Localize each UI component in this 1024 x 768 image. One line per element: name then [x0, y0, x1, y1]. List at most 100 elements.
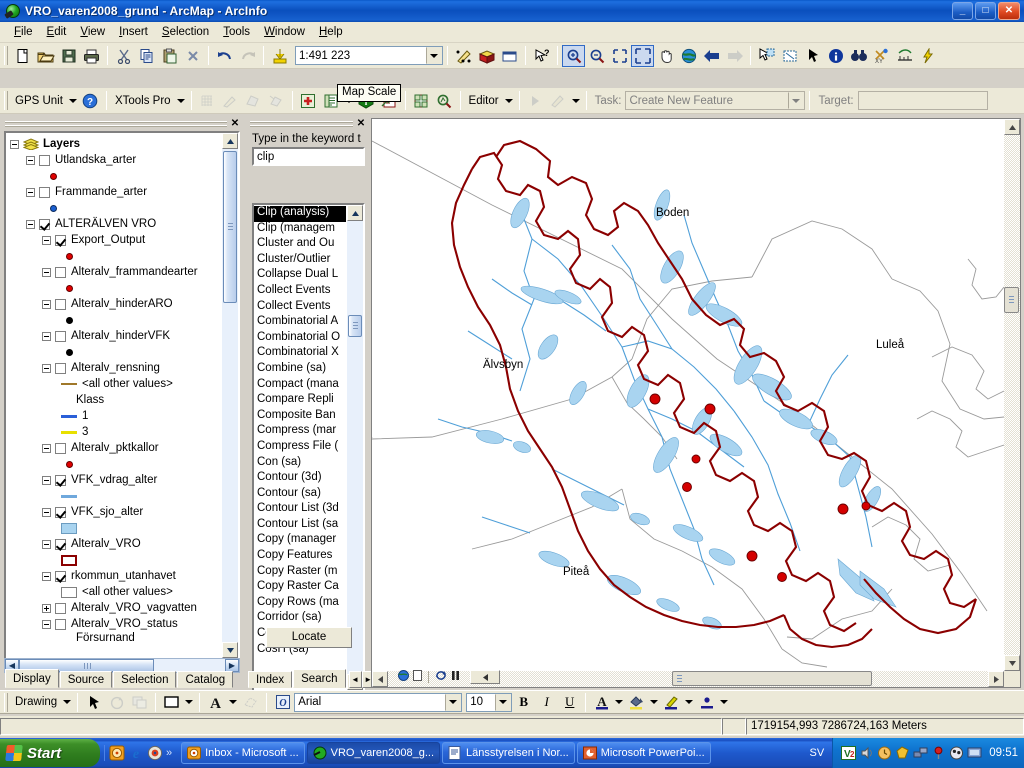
marker-color-dot-icon[interactable]: [695, 691, 718, 713]
menu-help[interactable]: Help: [312, 24, 350, 41]
collapse-minus-icon[interactable]: [42, 571, 51, 581]
layer-visibility-checkbox[interactable]: [55, 362, 66, 374]
pan-hand-icon[interactable]: [654, 45, 677, 67]
globe-small-icon[interactable]: [398, 670, 409, 684]
locate-button[interactable]: Locate: [266, 627, 352, 648]
map-scale-combo[interactable]: 1:491 223: [295, 46, 443, 65]
map-scroll-right-button[interactable]: [988, 671, 1004, 687]
toc-layer-row[interactable]: Alteralv_VRO_vagvatten: [10, 600, 221, 616]
minimize-button[interactable]: _: [952, 2, 973, 20]
refresh-icon[interactable]: [435, 670, 447, 684]
layer-visibility-checkbox[interactable]: [39, 154, 50, 166]
drawing-dropdown-icon[interactable]: [61, 692, 73, 712]
search-drag-grip[interactable]: [250, 121, 353, 128]
search-result-item[interactable]: Copy (manager: [254, 533, 346, 549]
search-items-container[interactable]: Clip (analysis) Clip (managem Cluster and …: [254, 206, 346, 690]
open-folder-icon[interactable]: [34, 45, 57, 67]
tab-index[interactable]: Index: [248, 671, 293, 688]
fill-color-dropdown-icon[interactable]: [648, 692, 660, 712]
fill-color-bucket-icon[interactable]: [625, 691, 648, 713]
gps-unit-dropdown-icon[interactable]: [67, 91, 79, 111]
gps-unit-label[interactable]: GPS Unit: [11, 95, 67, 107]
text-A-icon[interactable]: A: [204, 691, 227, 713]
collapse-minus-icon[interactable]: [26, 219, 35, 229]
select-features-icon[interactable]: [755, 45, 778, 67]
search-result-item[interactable]: Corridor (sa): [254, 611, 346, 627]
toc-root-layers[interactable]: Layers: [10, 136, 221, 152]
search-result-item[interactable]: Copy Rows (ma: [254, 596, 346, 612]
add-data-icon[interactable]: [268, 45, 291, 67]
editor-menu-label[interactable]: Editor: [465, 95, 503, 107]
progress-stop-button[interactable]: [470, 670, 500, 684]
menu-selection[interactable]: Selection: [155, 24, 216, 41]
save-icon[interactable]: [57, 45, 80, 67]
internet-explorer-icon[interactable]: e: [128, 745, 144, 762]
collapse-minus-icon[interactable]: [10, 139, 19, 149]
font-color-dropdown-icon[interactable]: [613, 692, 625, 712]
collapse-minus-icon[interactable]: [42, 267, 51, 277]
marker-color-dropdown-icon[interactable]: [718, 692, 730, 712]
editor-dropdown-icon[interactable]: [503, 91, 515, 111]
italic-button[interactable]: I: [535, 691, 558, 713]
map-view[interactable]: Boden Luleå Älvsbyn Piteå: [371, 118, 1021, 688]
search-result-item[interactable]: Collapse Dual L: [254, 268, 346, 284]
search-result-item[interactable]: Con (sa): [254, 456, 346, 472]
search-result-item[interactable]: Clip (managem: [254, 222, 346, 238]
measure-icon[interactable]: [893, 45, 916, 67]
search-result-item[interactable]: Collect Events: [254, 284, 346, 300]
collapse-minus-icon[interactable]: [42, 507, 51, 517]
collapse-minus-icon[interactable]: [42, 475, 51, 485]
layer-visibility-checkbox[interactable]: [55, 234, 66, 246]
layer-visibility-checkbox[interactable]: [55, 538, 66, 550]
toc-layer-row[interactable]: VFK_vdrag_alter: [10, 472, 221, 488]
search-result-item[interactable]: Combine (sa): [254, 362, 346, 378]
layer-visibility-checkbox[interactable]: [55, 506, 66, 518]
font-size-chevron-down-icon[interactable]: [495, 693, 512, 711]
hyperlink-lightning-icon[interactable]: [916, 45, 939, 67]
close-button[interactable]: ✕: [998, 2, 1020, 20]
xtools-pro-label[interactable]: XTools Pro: [111, 95, 175, 107]
close-icon[interactable]: ✕: [229, 118, 241, 131]
search-scroll-thumb[interactable]: [348, 315, 362, 337]
search-result-item[interactable]: Combinatorial X: [254, 346, 346, 362]
toolbar-grip[interactable]: [4, 46, 8, 65]
close-icon[interactable]: ✕: [355, 118, 367, 131]
scroll-up-button[interactable]: [222, 133, 238, 149]
search-result-item[interactable]: Compare Repli: [254, 393, 346, 409]
toc-tab-selection[interactable]: Selection: [113, 671, 177, 688]
menu-insert[interactable]: Insert: [112, 24, 155, 41]
collapse-minus-icon[interactable]: [42, 539, 51, 549]
toc-vertical-scrollbar[interactable]: [222, 133, 238, 658]
zoom-in-icon[interactable]: [562, 44, 585, 67]
find-binoculars-icon[interactable]: [847, 45, 870, 67]
collapse-minus-icon[interactable]: [42, 235, 51, 245]
search-result-item[interactable]: Copy Raster Ca: [254, 580, 346, 596]
text-dropdown-icon[interactable]: [227, 692, 239, 712]
layer-visibility-checkbox[interactable]: [55, 330, 66, 342]
layer-props-icon[interactable]: [410, 90, 433, 112]
toc-layer-row[interactable]: Alteralv_frammandearter: [10, 264, 221, 280]
editor-pencil-points-icon[interactable]: [452, 45, 475, 67]
search-result-item[interactable]: Contour List (sa: [254, 518, 346, 534]
menu-window[interactable]: Window: [257, 24, 312, 41]
search-result-item[interactable]: Combinatorial A: [254, 315, 346, 331]
page-icon[interactable]: [413, 670, 422, 684]
taskbar-button[interactable]: Inbox - Microsoft ...: [181, 742, 305, 764]
map-hscroll-thumb[interactable]: [672, 671, 872, 686]
toc-tab-source[interactable]: Source: [59, 671, 113, 688]
line-color-brush-icon[interactable]: [660, 691, 683, 713]
taskbar-button[interactable]: Microsoft PowerPoi...: [576, 742, 711, 764]
draw-toolbar-grip[interactable]: [4, 692, 8, 712]
search-result-item[interactable]: Cluster and Ou: [254, 237, 346, 253]
search-result-item[interactable]: Compress File (: [254, 440, 346, 456]
select-elements-arrow-icon[interactable]: [801, 45, 824, 67]
go-to-xy-icon[interactable]: XY: [870, 45, 893, 67]
map-scroll-down-button[interactable]: [1004, 655, 1020, 671]
toc-drag-grip[interactable]: [5, 121, 227, 128]
back-extent-icon[interactable]: [700, 45, 723, 67]
taskbar-button[interactable]: Länsstyrelsen i Nor...: [442, 742, 575, 764]
clear-selection-icon[interactable]: [778, 45, 801, 67]
search-input[interactable]: clip: [252, 147, 365, 166]
quick-launch-overflow[interactable]: »: [166, 747, 172, 759]
rectangle-fill-icon[interactable]: [160, 691, 183, 713]
